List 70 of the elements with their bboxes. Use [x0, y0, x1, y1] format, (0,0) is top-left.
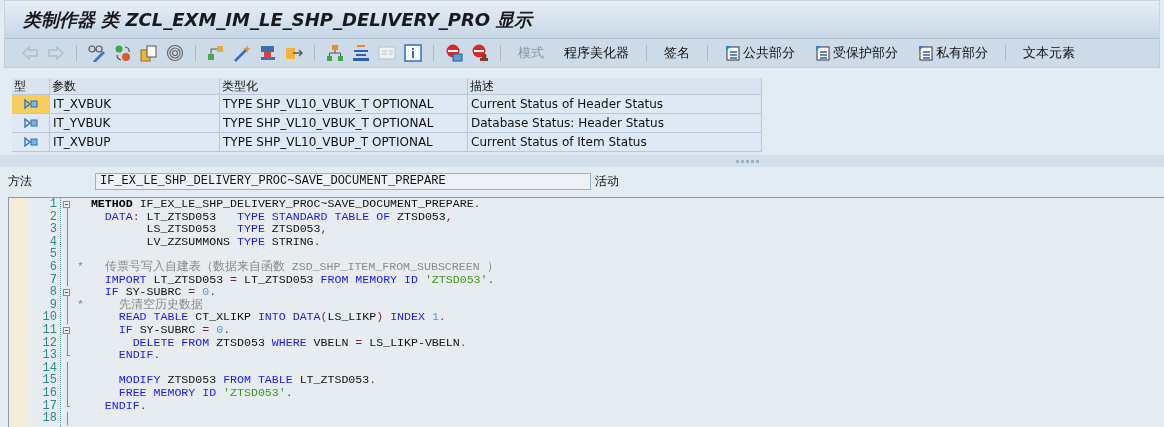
parameter-icon: [23, 99, 38, 109]
section-button[interactable]: 私有部分: [914, 44, 992, 62]
row-selector[interactable]: [12, 94, 50, 113]
line-number: 8: [48, 286, 57, 299]
table-cell: IT_YVBUK: [50, 113, 220, 132]
line-number: 2: [48, 210, 57, 224]
column-header[interactable]: 类型化: [220, 78, 468, 94]
table-cell: IT_XVBUP: [50, 132, 220, 151]
line-number: 7: [48, 273, 57, 287]
method-field[interactable]: IF_EX_LE_SHP_DELIVERY_PROC~SAVE_DOCUMENT_PREPARE: [95, 172, 591, 190]
code-line: ENDIF.: [117, 349, 161, 362]
status-text: 活动: [595, 172, 619, 190]
code-line: LV_ZZSUMMONS TYPE STRING.: [145, 235, 321, 249]
parameter-icon: [23, 137, 38, 147]
toolbar-button[interactable]: 签名: [660, 44, 694, 62]
column-header[interactable]: 型: [12, 78, 50, 94]
table-cell: Current Status of Item Status: [468, 132, 762, 151]
document-icon: [815, 45, 831, 61]
document-icon: [918, 45, 934, 61]
line-number: 12: [41, 336, 57, 350]
line-number: 4: [48, 235, 57, 249]
column-header[interactable]: 描述: [468, 78, 762, 94]
code-line: READ TABLE CT_XLIKP INTO DATA(LS_LIKP) INDEX 1.: [117, 311, 446, 324]
collapse-icon[interactable]: [63, 326, 70, 334]
line-number: 5: [48, 248, 57, 261]
line-number: 18: [41, 412, 57, 425]
table-cell: TYPE SHP_VL10_VBUK_T OPTIONAL: [220, 113, 468, 132]
row-selector[interactable]: [12, 132, 50, 151]
section-button[interactable]: 公共部分: [721, 44, 799, 62]
table-cell: Current Status of Header Status: [468, 94, 762, 113]
code-line: FREE MEMORY ID 'ZTSD053'.: [117, 386, 293, 400]
table-cell: TYPE SHP_VL10_VBUP_T OPTIONAL: [220, 132, 468, 151]
section-button[interactable]: 受保护部分: [811, 44, 902, 62]
toolbar-button[interactable]: 文本元素: [1019, 44, 1079, 62]
row-selector[interactable]: [12, 113, 50, 132]
table-cell: IT_XVBUK: [50, 94, 220, 113]
code-line: IF SY-SUBRC = 0.: [117, 323, 231, 337]
line-number: 10: [41, 311, 57, 324]
code-line: LS_ZTSD053 TYPE ZTSD053,: [145, 223, 328, 236]
code-line: IF SY-SUBRC = 0.: [103, 286, 217, 299]
code-line: DATA: LT_ZTSD053 TYPE STANDARD TABLE OF ZTSD053,: [103, 210, 453, 224]
code-line: MODIFY ZTSD053 FROM TABLE LT_ZTSD053.: [117, 374, 377, 387]
table-cell: TYPE SHP_VL10_VBUK_T OPTIONAL: [220, 94, 468, 113]
line-number: 15: [41, 374, 57, 387]
line-number: 17: [41, 399, 57, 413]
code-line: DELETE FROM ZTSD053 WHERE VBELN = LS_LIKP-VBELN.: [131, 336, 467, 350]
line-number: 3: [48, 223, 57, 236]
code-line: * 传票号写入自建表（数据来自函数 ZSD_SHP_ITEM_FROM_SUBSCREEN ）: [77, 260, 499, 274]
line-number: 14: [41, 361, 57, 375]
line-number: 6: [48, 260, 57, 274]
code-line: IMPORT LT_ZTSD053 = LT_ZTSD053 FROM MEMORY ID 'ZTSD053'.: [103, 273, 495, 287]
line-number: 16: [41, 386, 57, 400]
code-line: * 先清空历史数据: [77, 298, 203, 312]
field-label: 方法: [8, 172, 33, 190]
code-line: METHOD IF_EX_LE_SHP_DELIVERY_PROC~SAVE_DOCUMENT_PREPARE.: [89, 198, 481, 211]
parameter-icon: [23, 118, 38, 128]
collapse-icon[interactable]: [63, 201, 70, 208]
line-number: 1: [48, 198, 57, 211]
window-title: 类制作器 类 ZCL_EXM_IM_LE_SHP_DELIVERY_PRO 显示: [23, 9, 533, 30]
line-number: 11: [41, 323, 57, 337]
document-icon: [725, 45, 741, 61]
collapse-icon[interactable]: [63, 289, 70, 297]
column-header[interactable]: 参数: [50, 78, 220, 94]
line-number: 13: [41, 349, 57, 362]
info-icon[interactable]: [401, 42, 425, 64]
table-cell: Database Status: Header Status: [468, 113, 762, 132]
toolbar-button[interactable]: 程序美化器: [560, 44, 633, 62]
code-line: ENDIF.: [103, 399, 147, 413]
line-number: 9: [49, 298, 57, 312]
splitter-handle[interactable]: [0, 155, 1164, 167]
